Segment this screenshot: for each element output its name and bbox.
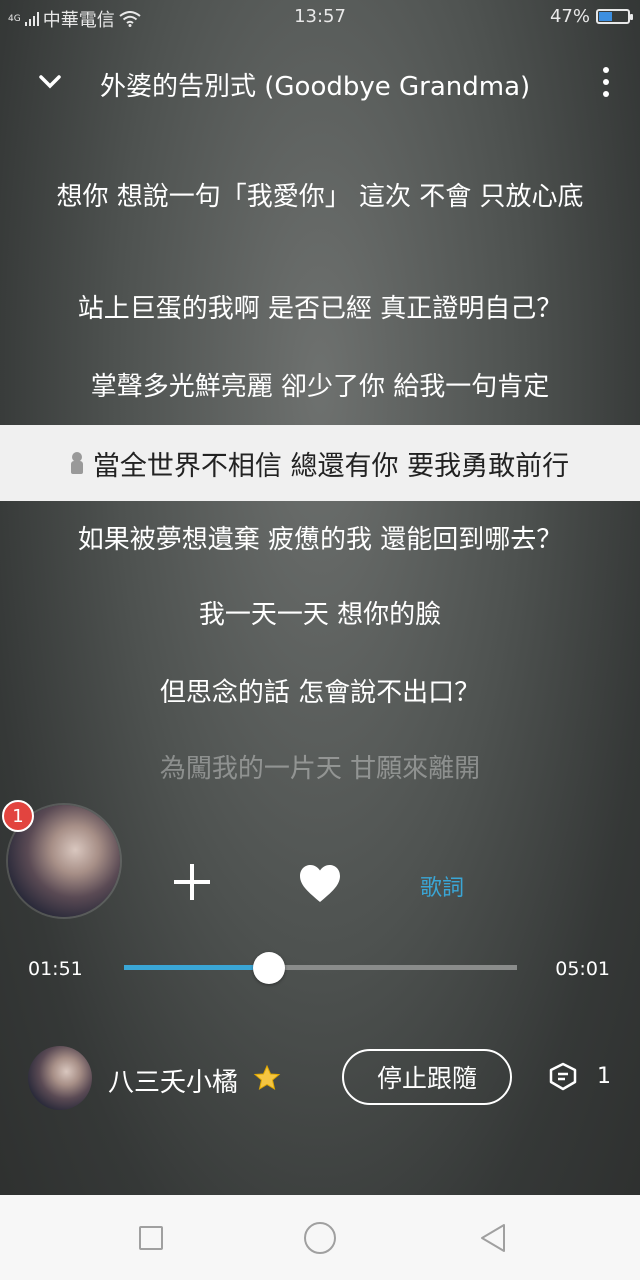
like-button[interactable] bbox=[298, 862, 342, 906]
heart-icon bbox=[300, 865, 340, 902]
progress-fill bbox=[124, 965, 270, 970]
battery-level bbox=[599, 12, 612, 21]
notification-badge: 1 bbox=[2, 800, 34, 832]
recent-apps-icon[interactable] bbox=[139, 1226, 163, 1250]
total-time: 05:01 bbox=[555, 958, 610, 980]
more-options-button[interactable] bbox=[592, 62, 620, 102]
lyric-line: 但思念的話 怎會說不出口？ bbox=[159, 678, 481, 708]
progress-slider[interactable] bbox=[124, 952, 517, 984]
system-nav-bar bbox=[0, 1195, 640, 1280]
star-badge-icon bbox=[253, 1064, 281, 1091]
user-name[interactable]: 八三夭小橘 bbox=[108, 1062, 238, 1099]
more-vertical-icon bbox=[603, 67, 609, 73]
status-bar: 4G 中華電信 13:57 47% bbox=[0, 0, 640, 34]
lyric-line: 為闖我的一片天 甘願來離開 bbox=[159, 754, 481, 784]
lyric-line: 想你 想說一句「我愛你」 這次 不會 只放心底 bbox=[56, 182, 584, 212]
progress-thumb[interactable] bbox=[253, 952, 286, 984]
lyric-line: 掌聲多光鮮亮麗 卻少了你 給我一句肯定 bbox=[90, 372, 550, 402]
chevron-down-icon bbox=[39, 75, 61, 89]
clock: 13:57 bbox=[294, 6, 346, 27]
add-to-playlist-button[interactable] bbox=[172, 862, 212, 902]
lyric-current-text: 當全世界不相信 總還有你 要我勇敢前行 bbox=[92, 450, 570, 482]
battery-percent: 47% bbox=[549, 6, 590, 27]
collapse-button[interactable] bbox=[26, 62, 74, 102]
lyric-line: 我一天一天 想你的臉 bbox=[198, 600, 442, 630]
back-icon[interactable] bbox=[478, 1222, 508, 1254]
comment-count: 1 bbox=[597, 1064, 611, 1089]
home-icon[interactable] bbox=[304, 1222, 336, 1254]
user-avatar[interactable] bbox=[28, 1046, 92, 1110]
current-time: 01:51 bbox=[28, 958, 83, 980]
battery-icon bbox=[596, 9, 633, 24]
microphone-icon bbox=[70, 452, 83, 474]
comment-icon[interactable] bbox=[548, 1062, 578, 1092]
unfollow-button[interactable]: 停止跟隨 bbox=[342, 1049, 512, 1105]
song-title: 外婆的告別式 (Goodbye Grandma) bbox=[100, 72, 531, 102]
lyrics-tab[interactable]: 歌詞 bbox=[420, 870, 464, 902]
player-header: 外婆的告別式 (Goodbye Grandma) bbox=[0, 48, 640, 118]
status-right: 47% bbox=[549, 6, 633, 27]
lyric-line-current: 當全世界不相信 總還有你 要我勇敢前行 bbox=[0, 425, 640, 501]
lyric-line: 如果被夢想遺棄 疲憊的我 還能回到哪去？ bbox=[77, 525, 563, 555]
lyric-line: 站上巨蛋的我啊 是否已經 真正證明自己？ bbox=[77, 294, 563, 324]
